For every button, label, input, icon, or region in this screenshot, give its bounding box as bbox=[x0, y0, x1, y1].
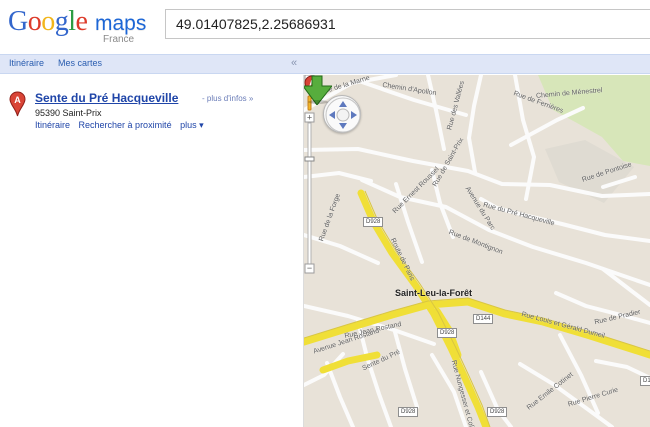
logo-letter-e: e bbox=[75, 6, 88, 37]
red-marker-a-icon: A bbox=[9, 91, 26, 117]
logo-letter-o: o bbox=[41, 6, 55, 37]
google-logo: Google bbox=[8, 4, 88, 40]
more-info-link[interactable]: - plus d'infos » bbox=[202, 94, 253, 103]
result-itinerary-link[interactable]: Itinéraire bbox=[35, 120, 70, 130]
road-number: D928 bbox=[363, 217, 384, 227]
road-number: D928 bbox=[437, 328, 458, 338]
zoom-slider-track[interactable] bbox=[307, 122, 312, 265]
my-maps-link[interactable]: Mes cartes bbox=[58, 58, 102, 68]
header: Google maps France 49.01407825,2.2568693… bbox=[0, 0, 650, 52]
logo-letter-l: l bbox=[68, 6, 76, 37]
result-actions: Itinéraire Rechercher à proximité plus ▾ bbox=[35, 120, 210, 131]
google-maps-logo[interactable]: Google maps France bbox=[8, 4, 158, 48]
collapse-sidebar-button[interactable]: « bbox=[291, 57, 297, 69]
logo-letter-g: G bbox=[8, 6, 28, 37]
map-view[interactable]: Rue de la Marne Chemin d'Apollon Rue des… bbox=[304, 75, 650, 427]
result-address: 95390 Saint-Prix bbox=[35, 108, 102, 118]
road-number: D144 bbox=[473, 314, 494, 324]
zoom-out-label: − bbox=[307, 263, 312, 273]
nearby-search-link[interactable]: Rechercher à proximité bbox=[79, 120, 172, 130]
zoom-control[interactable]: + − bbox=[304, 75, 315, 275]
sidebar: A Sente du Pré Hacqueville - plus d'info… bbox=[0, 75, 304, 427]
search-input[interactable]: 49.01407825,2.25686931 bbox=[165, 9, 650, 39]
city-label: Saint-Leu-la-Forêt bbox=[395, 288, 473, 298]
zoom-slider-handle[interactable] bbox=[304, 156, 315, 162]
road-number: D928 bbox=[487, 407, 508, 417]
more-actions-dropdown[interactable]: plus ▾ bbox=[180, 120, 204, 130]
result-title[interactable]: Sente du Pré Hacqueville bbox=[35, 91, 178, 105]
zoom-in-label: + bbox=[307, 113, 312, 123]
logo-letter-g: g bbox=[54, 6, 69, 37]
search-result[interactable]: A Sente du Pré Hacqueville - plus d'info… bbox=[9, 91, 299, 151]
sidebar-toolbar: Itinéraire Mes cartes « bbox=[0, 54, 650, 74]
itinerary-link[interactable]: Itinéraire bbox=[9, 58, 44, 68]
road-number: D928 bbox=[398, 407, 419, 417]
country-label: France bbox=[103, 34, 135, 45]
road-number: D1 bbox=[640, 376, 650, 386]
logo-letter-o: o bbox=[27, 6, 42, 37]
google-maps-page: Google maps France 49.01407825,2.2568693… bbox=[0, 0, 650, 427]
maps-logo-text: maps bbox=[95, 12, 147, 35]
green-directions-arrow-icon[interactable] bbox=[304, 75, 332, 105]
marker-a-letter: A bbox=[14, 95, 21, 105]
